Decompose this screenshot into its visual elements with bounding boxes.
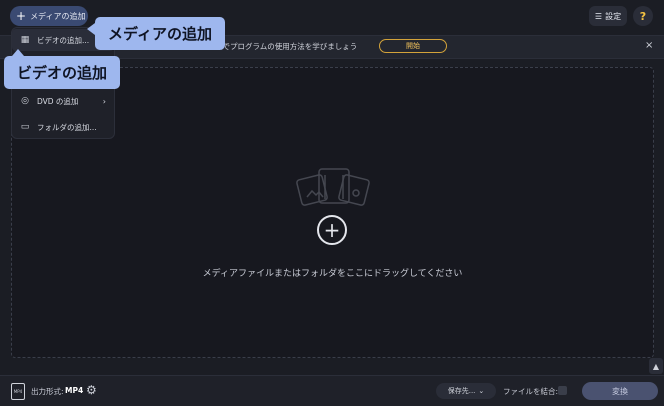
help-icon: ? xyxy=(639,9,647,23)
menu-item-add-dvd[interactable]: ◎ DVD の追加 › xyxy=(12,90,114,112)
gear-icon[interactable]: ⚙ xyxy=(86,383,97,397)
add-media-button[interactable]: + メディアの追加 xyxy=(10,6,88,26)
banner-text: 順でプログラムの使用方法を学びましょう xyxy=(215,42,358,51)
sliders-icon: ☰ xyxy=(594,11,603,21)
menu-item-label: ビデオの追加... xyxy=(37,35,90,45)
merge-files-label: ファイルを結合: xyxy=(503,387,559,396)
folder-icon: ▭ xyxy=(20,122,30,132)
scroll-up-button[interactable]: ▲ xyxy=(649,358,663,374)
callout-add-video: ビデオの追加 xyxy=(4,49,120,89)
menu-item-add-folder[interactable]: ▭ フォルダの追加... xyxy=(12,116,114,138)
bottom-toolbar: MP4 出力形式: MP4 ⚙ 保存先... ⌄ ファイルを結合: 変換 xyxy=(0,375,664,406)
chevron-right-icon: › xyxy=(102,96,106,106)
close-icon[interactable]: × xyxy=(645,40,653,51)
menu-item-label: DVD の追加 xyxy=(37,96,79,106)
plus-icon: + xyxy=(16,9,27,23)
help-button[interactable]: ? xyxy=(633,6,653,26)
disc-icon: ◎ xyxy=(21,96,29,106)
save-location-button[interactable]: 保存先... ⌄ xyxy=(436,383,496,399)
callout-add-media: メディアの追加 xyxy=(87,17,225,50)
settings-button[interactable]: ☰ 設定 xyxy=(589,6,627,26)
banner-start-button[interactable]: 開始 xyxy=(379,39,447,53)
output-format-value[interactable]: MP4 xyxy=(65,386,83,395)
add-media-label: メディアの追加 xyxy=(30,11,86,21)
media-files-illustration xyxy=(296,168,370,206)
menu-item-label: フォルダの追加... xyxy=(37,122,97,132)
convert-button[interactable]: 変換 xyxy=(582,382,658,400)
merge-files-toggle[interactable] xyxy=(558,386,567,395)
film-icon: ▦ xyxy=(20,35,30,45)
save-location-label: 保存先... xyxy=(447,387,476,395)
chevron-down-icon: ⌄ xyxy=(478,387,485,395)
add-file-icon[interactable]: + xyxy=(317,215,347,245)
drop-hint-text: メディアファイルまたはフォルダをここにドラッグしてください xyxy=(202,269,463,279)
settings-label: 設定 xyxy=(605,11,622,21)
output-format-label: 出力形式: xyxy=(31,387,64,396)
format-file-icon: MP4 xyxy=(11,383,25,400)
chevron-up-icon: ▲ xyxy=(652,361,660,371)
